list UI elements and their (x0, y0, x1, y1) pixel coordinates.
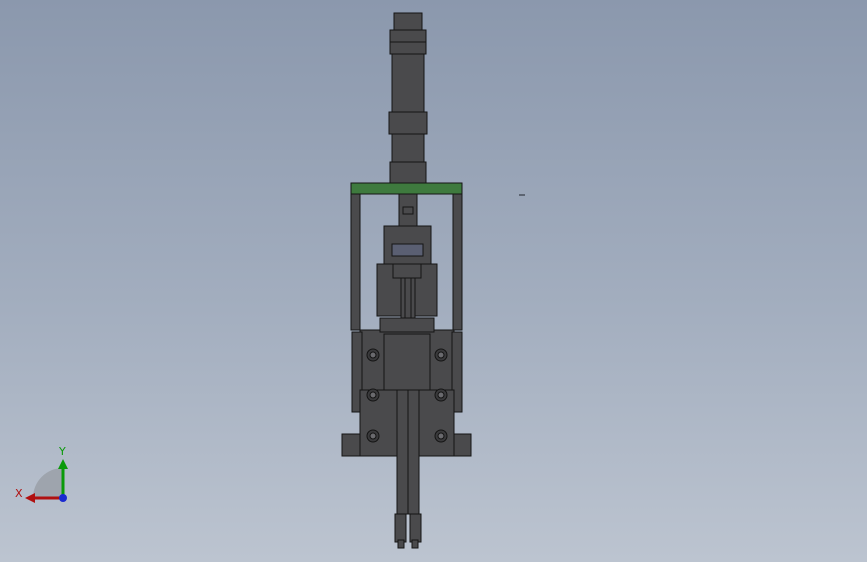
screw-socket (437, 351, 445, 359)
jaw-right (409, 513, 422, 543)
cylinder-gripper-assembly[interactable] (341, 12, 472, 549)
cylinder-barrel (391, 53, 425, 163)
x-axis-arrowhead (25, 493, 35, 503)
slide-inner-block (383, 333, 431, 391)
screw-socket (369, 432, 377, 440)
reference-triad: Y X (15, 445, 68, 503)
jaw-left (394, 513, 407, 543)
jaw-tip-right (411, 539, 419, 549)
left-frame-post (350, 193, 361, 331)
right-frame-post (452, 193, 463, 331)
guide-rail (392, 263, 422, 279)
top-cap (393, 12, 423, 32)
slide-top-collar (379, 317, 435, 333)
screw-socket (369, 351, 377, 359)
y-axis-label: Y (58, 445, 66, 458)
screw-socket (369, 391, 377, 399)
lower-nut (389, 161, 427, 185)
triad-plane-wedge (33, 468, 63, 498)
cad-viewport[interactable]: Y X (0, 0, 867, 562)
barrel-clamp (388, 111, 428, 135)
coupler-slot (402, 206, 414, 215)
screw-socket (437, 391, 445, 399)
x-axis-label: X (15, 487, 23, 500)
top-plate (350, 182, 463, 195)
z-axis-dot (59, 494, 67, 502)
y-axis-arrowhead (58, 459, 68, 469)
coupler-window (391, 243, 424, 257)
piston-rod (400, 277, 416, 323)
jaw-tip-left (397, 539, 405, 549)
screw-socket (437, 432, 445, 440)
